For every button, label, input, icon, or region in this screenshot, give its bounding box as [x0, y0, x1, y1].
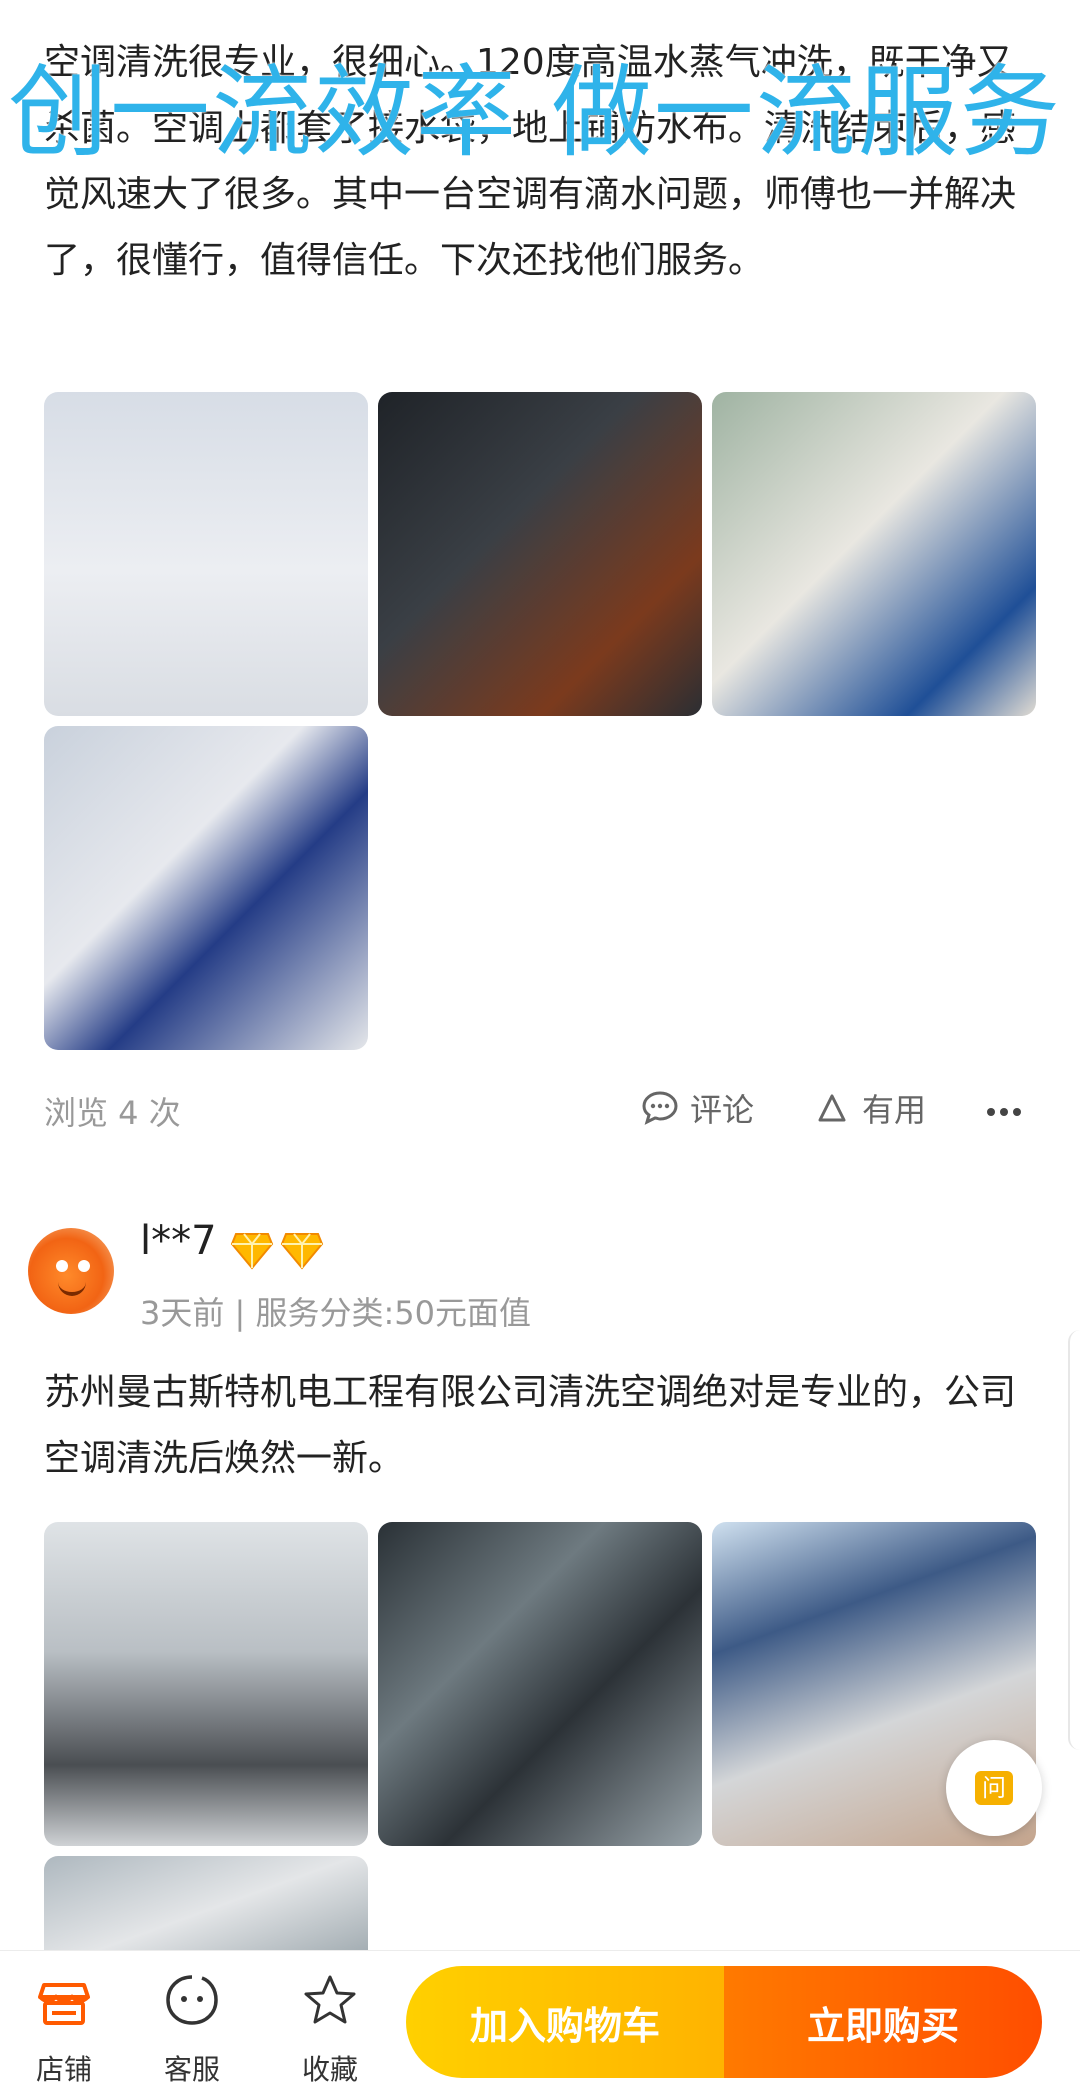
review2-text: 苏州曼古斯特机电工程有限公司清洗空调绝对是专业的，公司空调清洗后焕然一新。: [44, 1372, 1017, 1479]
review1-photo-4[interactable]: [44, 726, 368, 1050]
diamond-badge-icon: [230, 1233, 274, 1270]
store-icon: [38, 1983, 90, 2025]
comment-button[interactable]: 评论: [640, 1085, 754, 1131]
comment-label: 评论: [690, 1091, 755, 1129]
shop-label: 店铺: [35, 2053, 92, 2086]
customer-service-button[interactable]: 客服: [132, 1971, 252, 2088]
avatar[interactable]: [28, 1228, 114, 1314]
add-to-cart-button[interactable]: 加入购物车: [406, 1966, 724, 2078]
review2-photo-2[interactable]: [378, 1522, 702, 1846]
review1-photo-3[interactable]: [712, 392, 1036, 716]
purchase-buttons: 加入购物车 立即购买: [406, 1966, 1042, 2078]
star-icon: [304, 1975, 356, 2024]
review1-photo-2[interactable]: [378, 392, 702, 716]
question-icon: 问: [975, 1771, 1013, 1805]
more-dots-icon: [987, 1108, 1021, 1116]
thumb-up-icon: [818, 1094, 846, 1122]
favorite-label: 收藏: [301, 2053, 358, 2086]
useful-button[interactable]: 有用: [812, 1085, 926, 1131]
shop-nav-button[interactable]: 店铺: [4, 1971, 124, 2088]
review1-photo-1[interactable]: [44, 392, 368, 716]
comment-icon: [642, 1091, 678, 1125]
scroll-edge-indicator: [1068, 1330, 1080, 1750]
view-count: 浏览 4 次: [44, 1094, 181, 1132]
username: l**7: [140, 1218, 217, 1264]
buy-now-button[interactable]: 立即购买: [724, 1966, 1042, 2078]
review-meta: 3天前 | 服务分类:50元面值: [140, 1294, 531, 1332]
watermark-text: 创一流效率 做一流服务: [8, 54, 1062, 171]
review2-photo-1[interactable]: [44, 1522, 368, 1846]
diamond-badge-icon: [280, 1233, 324, 1270]
chat-face-icon: [166, 1975, 218, 2025]
more-options-button[interactable]: [986, 1102, 1022, 1121]
service-label: 客服: [163, 2053, 220, 2086]
favorite-button[interactable]: 收藏: [270, 1971, 390, 2088]
ask-question-button[interactable]: 问: [946, 1740, 1042, 1836]
useful-label: 有用: [862, 1091, 927, 1129]
